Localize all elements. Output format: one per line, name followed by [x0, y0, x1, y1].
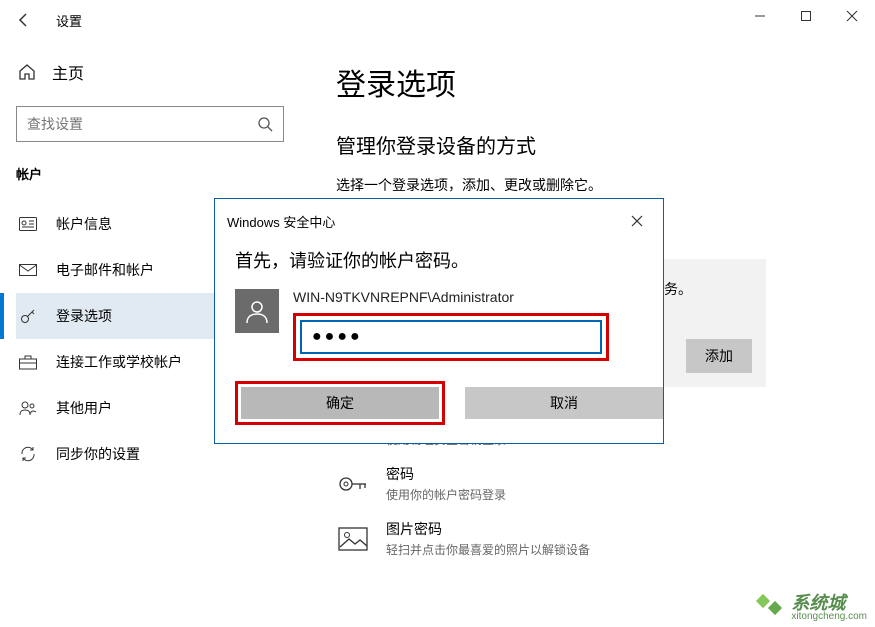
watermark-url: xitongcheng.com [791, 612, 867, 622]
sidebar-item-label: 其他用户 [56, 398, 112, 418]
maximize-button[interactable] [783, 0, 829, 32]
minimize-icon [754, 10, 766, 22]
search-input[interactable] [16, 106, 284, 142]
security-dialog: Windows 安全中心 首先，请验证你的帐户密码。 WIN-N9TKVNREP… [214, 198, 664, 444]
sidebar-item-label: 同步你的设置 [56, 444, 140, 464]
dialog-title: Windows 安全中心 [227, 212, 335, 231]
password-highlight [293, 313, 609, 361]
sidebar-item-label: 帐户信息 [56, 214, 112, 234]
option-desc: 轻扫并点击你最喜爱的照片以解锁设备 [386, 541, 590, 558]
nav-home[interactable]: 主页 [16, 52, 284, 92]
sidebar-item-label: 连接工作或学校帐户 [56, 352, 182, 372]
option-title: 密码 [386, 464, 506, 484]
add-button[interactable]: 添加 [686, 339, 752, 373]
home-icon [18, 63, 36, 81]
briefcase-icon [18, 355, 38, 370]
watermark-icon [755, 593, 785, 623]
picture-icon [336, 522, 370, 556]
cancel-button[interactable]: 取消 [465, 387, 663, 419]
search-icon [257, 116, 273, 132]
mail-icon [18, 264, 38, 276]
option-password[interactable]: 密码 使用你的帐户密码登录 [336, 456, 855, 511]
ok-highlight: 确定 [235, 381, 445, 425]
section-header: 帐户 [16, 164, 284, 183]
key-icon [18, 307, 38, 325]
maximize-icon [800, 10, 812, 22]
close-icon [631, 215, 643, 227]
watermark: 系统城 xitongcheng.com [755, 593, 867, 623]
option-desc: 使用你的帐户密码登录 [386, 486, 506, 503]
watermark-text: 系统城 [791, 594, 867, 612]
window-title: 设置 [56, 11, 82, 30]
titlebar: 设置 [0, 0, 875, 40]
dialog-message: 首先，请验证你的帐户密码。 [235, 247, 643, 273]
sidebar-item-label: 登录选项 [56, 306, 112, 326]
password-key-icon [336, 467, 370, 501]
arrow-left-icon [16, 12, 32, 28]
close-button[interactable] [829, 0, 875, 32]
option-picture-password[interactable]: 图片密码 轻扫并点击你最喜爱的照片以解锁设备 [336, 511, 855, 566]
dialog-buttons: 确定 取消 [215, 381, 663, 443]
people-icon [18, 401, 38, 416]
password-input[interactable] [300, 320, 602, 354]
account-name: WIN-N9TKVNREPNF\Administrator [293, 289, 643, 305]
dialog-header: Windows 安全中心 [215, 199, 663, 243]
minimize-button[interactable] [737, 0, 783, 32]
person-icon [244, 298, 270, 324]
sync-icon [18, 445, 38, 463]
section-heading: 管理你登录设备的方式 [336, 130, 855, 159]
page-title: 登录选项 [336, 60, 855, 104]
ok-button[interactable]: 确定 [241, 387, 439, 419]
id-card-icon [18, 217, 38, 231]
cancel-frame: 取消 [459, 381, 669, 425]
close-icon [846, 10, 858, 22]
window-controls [737, 0, 875, 32]
option-title: 图片密码 [386, 519, 590, 539]
dialog-close-button[interactable] [623, 207, 651, 235]
search-field[interactable] [27, 116, 257, 132]
section-description: 选择一个登录选项，添加、更改或删除它。 [336, 175, 855, 195]
nav-home-label: 主页 [52, 60, 84, 84]
back-button[interactable] [8, 4, 40, 36]
sidebar-item-label: 电子邮件和帐户 [56, 260, 154, 280]
user-avatar [235, 289, 279, 333]
